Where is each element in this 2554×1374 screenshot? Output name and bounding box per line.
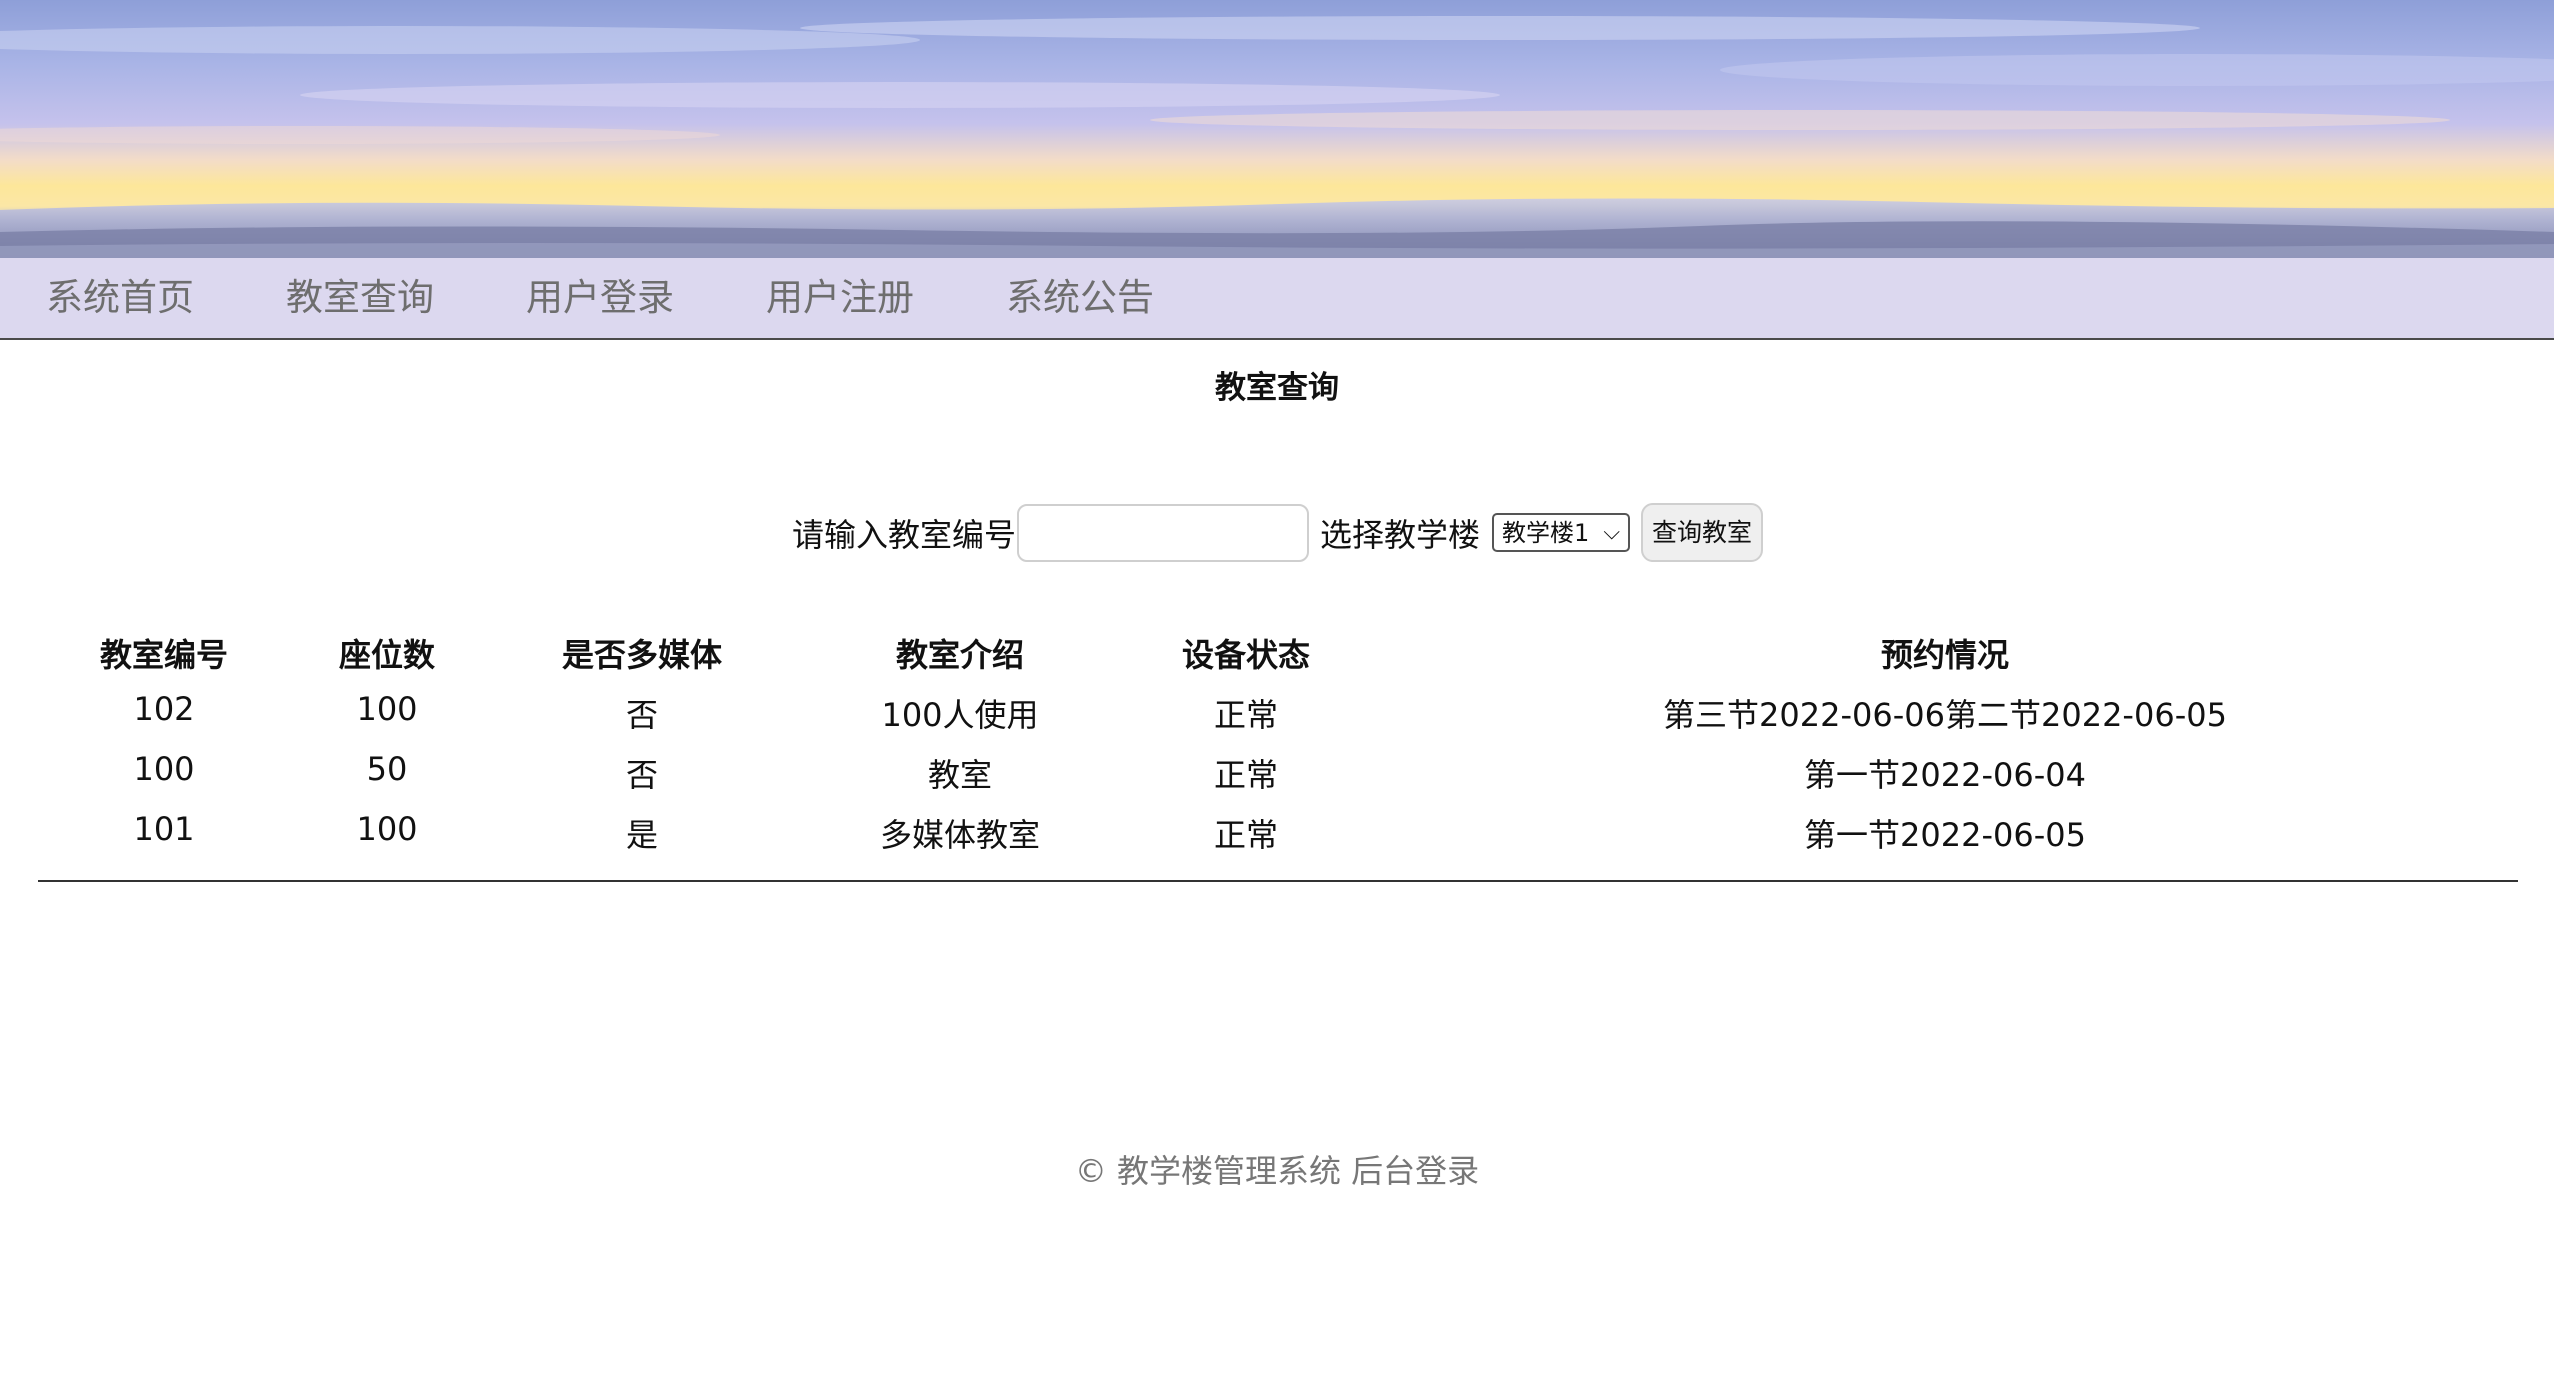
table-cell: 正常 bbox=[1213, 696, 1279, 734]
table-cell: 正常 bbox=[1213, 816, 1279, 854]
nav-item-user-register[interactable]: 用户注册 bbox=[766, 258, 914, 338]
table-cell: 教室 bbox=[927, 756, 993, 794]
building-select-value: 教学楼1 bbox=[1502, 519, 1590, 547]
table-header-cell: 设备状态 bbox=[1181, 636, 1311, 674]
table-cell: 102 bbox=[133, 690, 195, 728]
table-cell: 否 bbox=[625, 696, 659, 734]
footer: © 教学楼管理系统 后台登录 bbox=[0, 1146, 2554, 1192]
room-number-input[interactable] bbox=[1017, 504, 1309, 562]
nav-item-home[interactable]: 系统首页 bbox=[46, 258, 194, 338]
nav-item-room-query[interactable]: 教室查询 bbox=[286, 258, 434, 338]
table-cell: 是 bbox=[625, 816, 659, 854]
admin-login-link[interactable]: 后台登录 bbox=[1351, 1152, 1479, 1190]
header-banner-image bbox=[0, 0, 2554, 258]
table-cell: 100人使用 bbox=[881, 696, 1039, 734]
table-header-cell: 座位数 bbox=[338, 636, 436, 674]
nav-item-user-login[interactable]: 用户登录 bbox=[526, 258, 674, 338]
table-cell: 100 bbox=[133, 750, 195, 788]
table-header-cell: 教室介绍 bbox=[895, 636, 1025, 674]
table-header-cell: 是否多媒体 bbox=[561, 636, 723, 674]
nav-item-announcements[interactable]: 系统公告 bbox=[1006, 258, 1154, 338]
chevron-down-icon: ⌵ bbox=[1603, 520, 1620, 545]
table-cell: 第三节2022-06-06第二节2022-06-05 bbox=[1663, 696, 2227, 734]
table-cell: 正常 bbox=[1213, 756, 1279, 794]
table-cell: 100 bbox=[356, 810, 418, 848]
footer-copyright: © 教学楼管理系统 bbox=[1074, 1152, 1341, 1190]
table-cell: 第一节2022-06-05 bbox=[1804, 816, 2086, 854]
table-cell: 否 bbox=[625, 756, 659, 794]
table-cell: 101 bbox=[133, 810, 195, 848]
main-nav: 系统首页 教室查询 用户登录 用户注册 系统公告 bbox=[0, 258, 2554, 340]
table-divider bbox=[38, 880, 2518, 882]
table-cell: 多媒体教室 bbox=[879, 816, 1041, 854]
room-number-label: 请输入教室编号 bbox=[792, 516, 1017, 554]
table-cell: 50 bbox=[366, 750, 408, 788]
building-select-label: 选择教学楼 bbox=[1320, 516, 1481, 554]
building-select[interactable]: 教学楼1 ⌵ bbox=[1492, 513, 1630, 552]
table-header-cell: 教室编号 bbox=[99, 636, 229, 674]
table-cell: 100 bbox=[356, 690, 418, 728]
table-header-cell: 预约情况 bbox=[1880, 636, 2010, 674]
table-cell: 第一节2022-06-04 bbox=[1804, 756, 2086, 794]
query-room-button[interactable]: 查询教室 bbox=[1641, 503, 1763, 562]
page-title: 教室查询 bbox=[1215, 370, 1339, 406]
